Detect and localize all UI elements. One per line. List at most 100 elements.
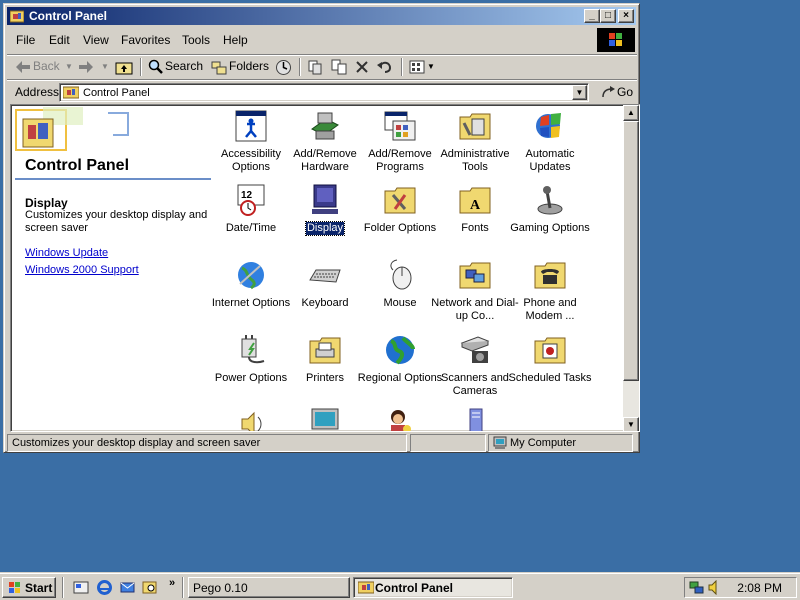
item-phone-modem[interactable]: Phone and Modem ...	[505, 258, 595, 323]
volume-tray-icon[interactable]	[707, 580, 721, 595]
task-control-panel[interactable]: Control Panel	[353, 577, 513, 598]
views-dropdown-icon[interactable]: ▼	[427, 62, 435, 71]
start-label: Start	[25, 581, 53, 595]
scroll-thumb[interactable]	[623, 121, 639, 381]
undo-icon[interactable]	[377, 60, 393, 74]
globe-icon	[238, 262, 264, 290]
windows-logo-icon	[597, 28, 635, 52]
task-label: Pego 0.10	[193, 581, 248, 595]
accessibility-icon	[235, 110, 267, 142]
item-scheduled-tasks[interactable]: Scheduled Tasks	[505, 333, 595, 385]
page-title: Control Panel	[25, 157, 130, 174]
item-label: Mouse	[383, 297, 417, 309]
quicklaunch-more-icon[interactable]: »	[169, 577, 175, 589]
copy-to-icon[interactable]	[331, 59, 347, 75]
vertical-scrollbar[interactable]: ▲ ▼	[623, 105, 639, 431]
item-label: Phone and Modem ...	[523, 297, 577, 322]
taskbar-separator	[182, 577, 184, 598]
back-arrow-icon	[16, 61, 30, 73]
folder-options-icon	[384, 187, 416, 214]
explorer-search-icon[interactable]	[142, 579, 159, 596]
item-label: Display	[304, 221, 346, 236]
earth-icon	[386, 336, 415, 365]
item-label: Printers	[306, 372, 344, 384]
start-button[interactable]: Start	[2, 577, 56, 598]
system-tray: 2:08 PM	[684, 577, 797, 598]
internet-explorer-icon[interactable]	[96, 579, 113, 596]
menu-file[interactable]: File	[16, 33, 35, 47]
address-label: Address	[15, 85, 60, 99]
windows-2000-support-link[interactable]: Windows 2000 Support	[25, 264, 139, 276]
programs-icon	[384, 111, 416, 141]
back-dropdown-icon[interactable]: ▼	[65, 62, 73, 71]
scanner-camera-icon	[460, 336, 490, 363]
menu-help[interactable]: Help	[223, 33, 248, 47]
scroll-up-icon[interactable]: ▲	[623, 105, 639, 121]
toolbar-separator	[401, 58, 403, 76]
outlook-express-icon[interactable]	[119, 579, 136, 596]
item-label: Gaming Options	[510, 222, 590, 234]
history-icon[interactable]	[275, 59, 292, 76]
menu-tools[interactable]: Tools	[182, 33, 210, 47]
go-arrow-icon	[602, 86, 615, 98]
show-desktop-icon[interactable]	[73, 579, 90, 596]
item-label: Keyboard	[301, 297, 349, 309]
back-button[interactable]: Back	[33, 59, 60, 73]
joystick-icon	[537, 186, 563, 215]
web-view-pane: Control Panel Display Customizes your de…	[11, 105, 211, 431]
address-field[interactable]: Control Panel ▼	[59, 83, 589, 102]
folders-button[interactable]: Folders	[229, 59, 269, 73]
item-label: Scheduled Tasks	[508, 372, 592, 384]
windows-update-icon	[536, 113, 561, 138]
menu-edit[interactable]: Edit	[49, 33, 70, 47]
item-wireless[interactable]	[430, 407, 520, 431]
windows-update-link[interactable]: Windows Update	[25, 247, 108, 259]
status-bar: Customizes your desktop display and scre…	[7, 434, 637, 452]
menu-view[interactable]: View	[83, 33, 109, 47]
fonts-folder-icon: A	[459, 187, 491, 214]
toolbar-separator	[140, 58, 142, 76]
go-button[interactable]: Go	[597, 83, 635, 102]
delete-icon[interactable]	[355, 60, 369, 74]
control-panel-banner-icon	[15, 107, 129, 151]
scroll-down-icon[interactable]: ▼	[623, 417, 639, 431]
views-icon[interactable]	[409, 60, 425, 74]
status-text: Customizes your desktop display and scre…	[7, 434, 407, 452]
address-dropdown-icon[interactable]: ▼	[572, 85, 587, 100]
task-pego[interactable]: Pego 0.10	[188, 577, 350, 598]
monitor-icon	[312, 184, 338, 214]
zone-label: My Computer	[510, 437, 577, 449]
move-to-icon[interactable]	[307, 59, 323, 75]
admin-tools-icon	[459, 113, 491, 140]
title-bar[interactable]: Control Panel _ □ ×	[7, 7, 636, 25]
clock[interactable]: 2:08 PM	[737, 581, 782, 595]
title-divider	[15, 178, 211, 180]
control-panel-icon	[358, 581, 374, 594]
menu-favorites[interactable]: Favorites	[121, 33, 170, 47]
address-value: Control Panel	[83, 87, 150, 99]
task-label: Control Panel	[375, 581, 454, 595]
close-button[interactable]: ×	[618, 9, 634, 23]
forward-dropdown-icon[interactable]: ▼	[101, 62, 109, 71]
network-tray-icon[interactable]	[689, 580, 705, 595]
item-label: Folder Options	[363, 222, 437, 234]
calendar-clock-icon: 12	[237, 184, 265, 216]
toolbar-separator	[299, 58, 301, 76]
item-automatic-updates[interactable]: Automatic Updates	[505, 109, 595, 174]
minimize-button[interactable]: _	[584, 9, 600, 23]
svg-text:A: A	[470, 198, 481, 213]
taskbar: Start » Pego 0.10 Control Panel 2:08 PM	[0, 572, 800, 600]
scheduled-tasks-icon	[534, 337, 566, 364]
windows-logo-icon	[9, 582, 20, 593]
search-icon	[148, 59, 163, 74]
control-panel-icon	[63, 86, 79, 99]
item-gaming-options[interactable]: Gaming Options	[505, 183, 595, 235]
up-folder-icon[interactable]	[115, 59, 133, 75]
maximize-button[interactable]: □	[600, 9, 616, 23]
folder-view: Control Panel Display Customizes your de…	[10, 104, 640, 432]
address-bar: Address Control Panel ▼ Go	[7, 79, 637, 103]
search-button[interactable]: Search	[165, 59, 203, 73]
control-panel-icon	[10, 10, 24, 23]
forward-arrow-icon[interactable]	[79, 61, 93, 73]
speaker-icon	[241, 411, 262, 431]
